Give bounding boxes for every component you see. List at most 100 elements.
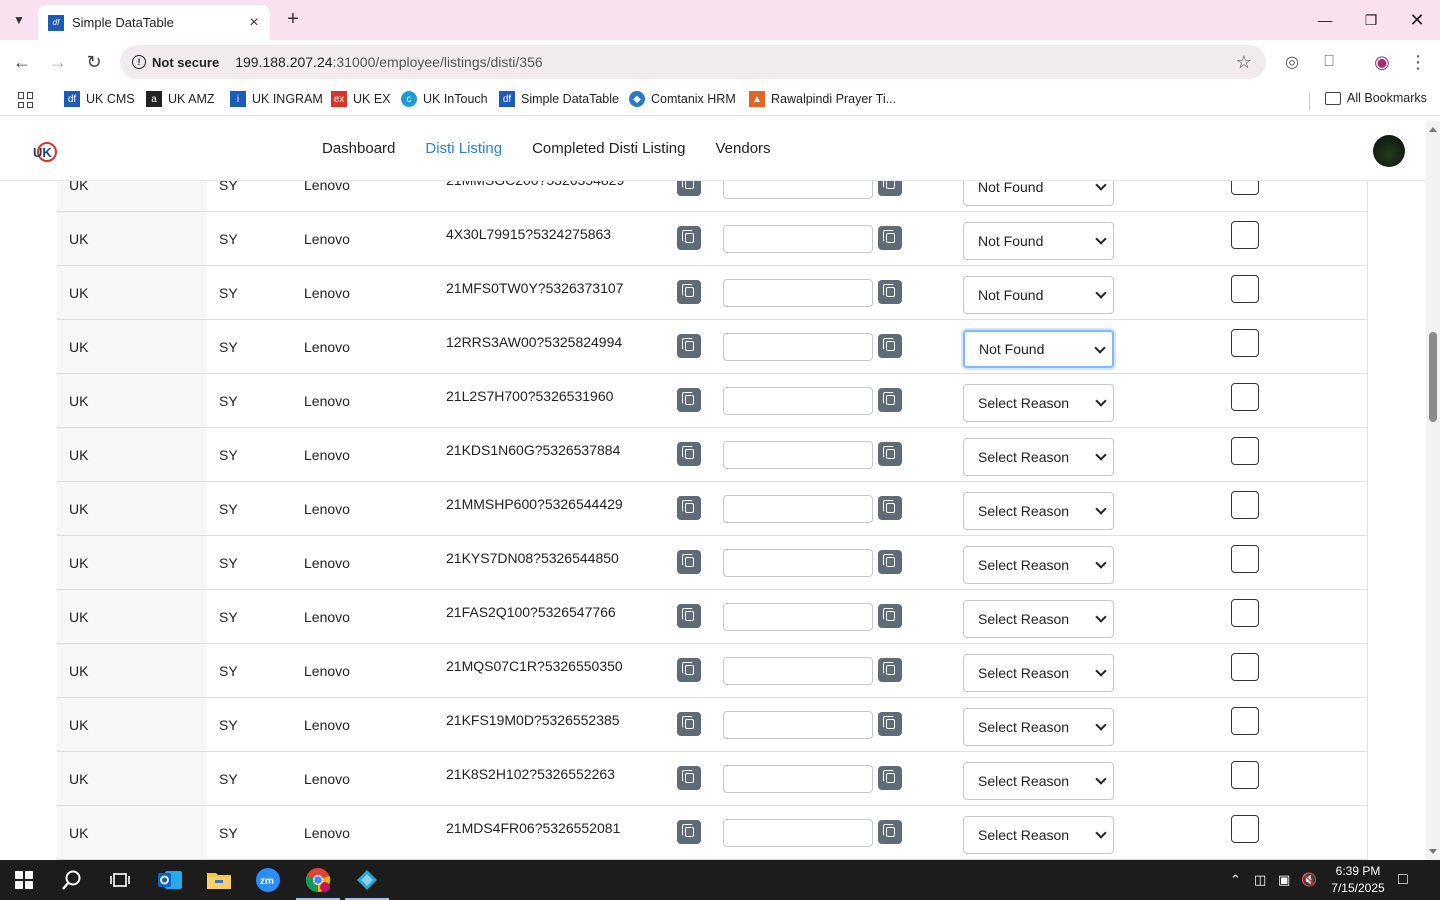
reason-select[interactable]: Select Reason — [963, 708, 1114, 746]
tab-search-chevron-icon[interactable]: ▼ — [6, 8, 32, 32]
paste-button[interactable] — [878, 604, 902, 628]
paste-button[interactable] — [878, 226, 902, 250]
listing-input[interactable] — [723, 819, 873, 847]
row-checkbox[interactable] — [1231, 545, 1259, 573]
paste-button[interactable] — [878, 496, 902, 520]
show-hidden-icons-chevron-icon[interactable]: ⌃ — [1230, 860, 1241, 900]
copy-mpn-button[interactable] — [677, 442, 701, 466]
listing-input[interactable] — [723, 333, 873, 361]
copy-mpn-button[interactable] — [677, 550, 701, 574]
reason-select[interactable]: Not Found — [963, 181, 1114, 206]
listing-input[interactable] — [723, 495, 873, 523]
copy-mpn-button[interactable] — [677, 604, 701, 628]
copy-mpn-button[interactable] — [677, 658, 701, 682]
nav-dashboard[interactable]: Dashboard — [322, 139, 395, 159]
windows-start-icon[interactable] — [0, 860, 48, 900]
listing-input[interactable] — [723, 387, 873, 415]
uk-logo-icon[interactable]: UK — [32, 139, 58, 165]
nav-disti-listing[interactable]: Disti Listing — [425, 139, 502, 159]
profile-icon[interactable]: ◉ — [1370, 50, 1394, 74]
row-checkbox[interactable] — [1231, 329, 1259, 357]
minimize-icon[interactable]: — — [1302, 5, 1348, 35]
row-checkbox[interactable] — [1231, 491, 1259, 519]
nav-completed-disti-listing[interactable]: Completed Disti Listing — [532, 139, 685, 159]
restore-icon[interactable]: ❐ — [1348, 5, 1394, 35]
url-text[interactable]: 199.188.207.24:31000/employee/listings/d… — [235, 54, 542, 70]
extensions-puzzle-icon[interactable]: ⎕ — [1317, 50, 1341, 74]
copy-mpn-button[interactable] — [677, 181, 701, 196]
tab-close-icon[interactable]: × — [244, 13, 264, 33]
all-bookmarks[interactable]: All Bookmarks — [1325, 91, 1427, 105]
reason-select[interactable]: Not Found — [963, 276, 1114, 314]
row-checkbox[interactable] — [1231, 221, 1259, 249]
paste-button[interactable] — [878, 766, 902, 790]
row-checkbox[interactable] — [1231, 383, 1259, 411]
zoom-icon[interactable]: zm — [244, 860, 292, 900]
paste-button[interactable] — [878, 334, 902, 358]
reload-icon[interactable]: ↻ — [80, 48, 108, 76]
reason-select[interactable]: Select Reason — [963, 816, 1114, 854]
paste-button[interactable] — [878, 658, 902, 682]
reason-select[interactable]: Select Reason — [963, 762, 1114, 800]
row-checkbox[interactable] — [1231, 815, 1259, 843]
paste-button[interactable] — [878, 388, 902, 412]
paste-button[interactable] — [878, 442, 902, 466]
copy-mpn-button[interactable] — [677, 280, 701, 304]
bookmark-uk-ex[interactable]: ex UK EX — [331, 91, 391, 107]
search-icon[interactable] — [48, 860, 96, 900]
reason-select[interactable]: Select Reason — [963, 492, 1114, 530]
browser-menu-icon[interactable]: ⋮ — [1406, 50, 1430, 74]
copy-mpn-button[interactable] — [677, 712, 701, 736]
row-checkbox[interactable] — [1231, 707, 1259, 735]
network-alert-icon[interactable]: ◫ — [1254, 860, 1266, 900]
row-checkbox[interactable] — [1231, 181, 1259, 195]
bookmark-uk-intouch[interactable]: c UK InTouch — [401, 91, 488, 107]
listing-input[interactable] — [723, 603, 873, 631]
copy-mpn-button[interactable] — [677, 226, 701, 250]
listing-input[interactable] — [723, 225, 873, 253]
reason-select[interactable]: Not Found — [963, 330, 1114, 368]
paste-button[interactable] — [878, 550, 902, 574]
copy-mpn-button[interactable] — [677, 820, 701, 844]
scrollbar-thumb[interactable] — [1429, 332, 1437, 422]
reason-select[interactable]: Select Reason — [963, 546, 1114, 584]
reason-select[interactable]: Select Reason — [963, 600, 1114, 638]
bookmark-uk-amz[interactable]: a UK AMZ — [146, 91, 215, 107]
row-checkbox[interactable] — [1231, 275, 1259, 303]
copy-mpn-button[interactable] — [677, 766, 701, 790]
paste-button[interactable] — [878, 280, 902, 304]
address-bar[interactable]: ! Not secure 199.188.207.24:31000/employ… — [120, 45, 1266, 79]
copy-mpn-button[interactable] — [677, 496, 701, 520]
scroll-down-arrow-icon[interactable] — [1429, 849, 1437, 854]
user-avatar[interactable] — [1373, 135, 1405, 167]
listing-input[interactable] — [723, 181, 873, 199]
translate-globe-icon[interactable]: ◎ — [1280, 50, 1304, 74]
bookmark-simple-datatable[interactable]: df Simple DataTable — [499, 91, 619, 107]
row-checkbox[interactable] — [1231, 761, 1259, 789]
network-icon[interactable]: ▣ — [1278, 860, 1290, 900]
apps-grid-icon[interactable] — [18, 92, 34, 108]
close-window-icon[interactable]: ✕ — [1394, 5, 1440, 35]
row-checkbox[interactable] — [1231, 653, 1259, 681]
nav-vendors[interactable]: Vendors — [716, 139, 771, 159]
listing-input[interactable] — [723, 711, 873, 739]
scroll-up-arrow-icon[interactable] — [1429, 127, 1437, 132]
reason-select[interactable]: Not Found — [963, 222, 1114, 260]
browser-tab[interactable]: df Simple DataTable × — [38, 5, 270, 40]
reason-select[interactable]: Select Reason — [963, 654, 1114, 692]
listing-input[interactable] — [723, 765, 873, 793]
copy-mpn-button[interactable] — [677, 334, 701, 358]
listing-input[interactable] — [723, 657, 873, 685]
notifications-icon[interactable]: □ — [1398, 860, 1408, 900]
bookmark-star-icon[interactable]: ☆ — [1236, 52, 1252, 73]
page-scrollbar[interactable] — [1426, 121, 1440, 860]
reason-select[interactable]: Select Reason — [963, 438, 1114, 476]
file-explorer-icon[interactable] — [195, 860, 243, 900]
listing-input[interactable] — [723, 549, 873, 577]
paste-button[interactable] — [878, 820, 902, 844]
new-tab-plus-icon[interactable]: + — [282, 8, 304, 30]
bookmark-uk-cms[interactable]: df UK CMS — [64, 91, 135, 107]
bookmark-rawalpindi-prayer[interactable]: ▲ Rawalpindi Prayer Ti... — [749, 91, 896, 107]
bookmark-comtanix-hrm[interactable]: ◆ Comtanix HRM — [629, 91, 736, 107]
paste-button[interactable] — [878, 712, 902, 736]
